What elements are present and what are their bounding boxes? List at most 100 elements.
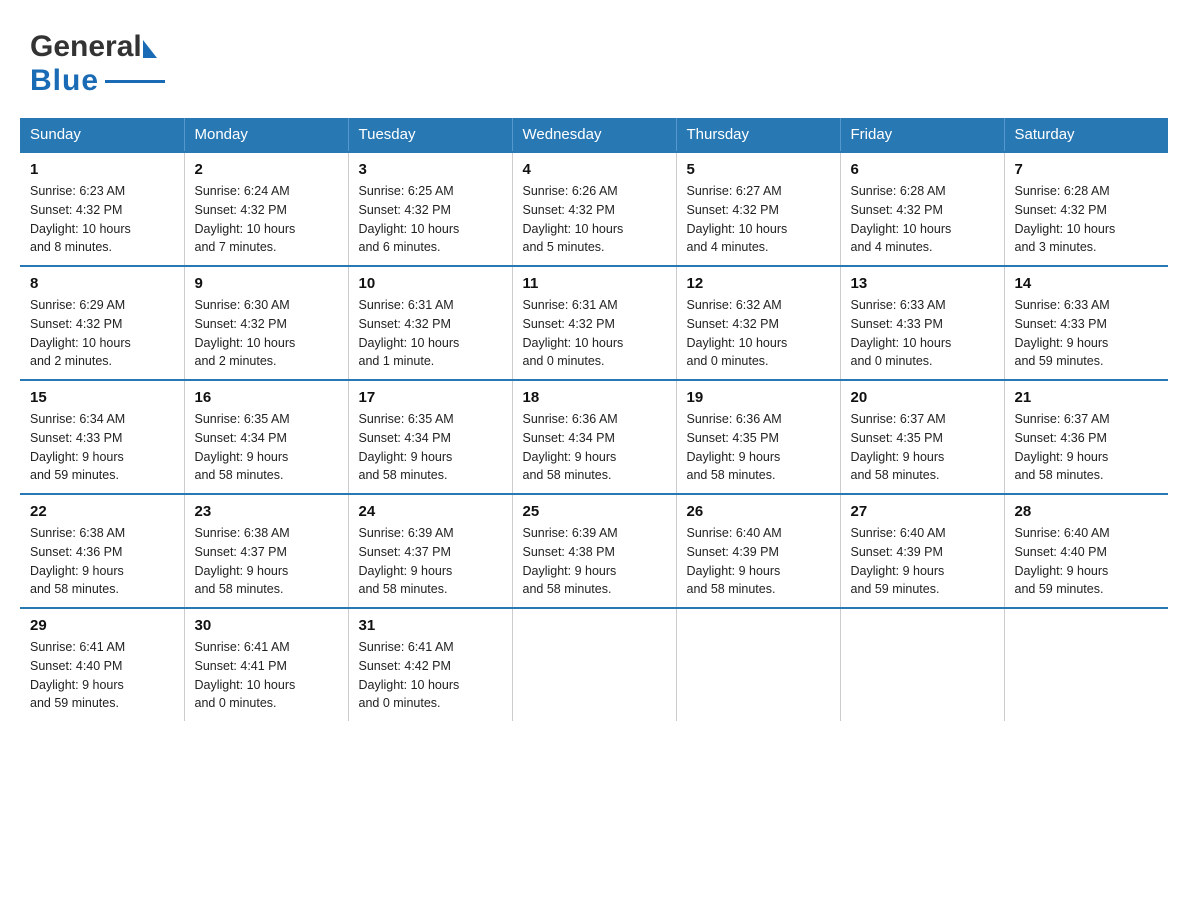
calendar-cell: 31 Sunrise: 6:41 AMSunset: 4:42 PMDaylig…	[348, 608, 512, 721]
calendar-header-row: SundayMondayTuesdayWednesdayThursdayFrid…	[20, 118, 1168, 152]
day-info: Sunrise: 6:31 AMSunset: 4:32 PMDaylight:…	[523, 298, 624, 368]
day-number: 25	[523, 503, 666, 520]
day-info: Sunrise: 6:31 AMSunset: 4:32 PMDaylight:…	[359, 298, 460, 368]
day-number: 21	[1015, 389, 1159, 406]
day-info: Sunrise: 6:35 AMSunset: 4:34 PMDaylight:…	[195, 412, 290, 482]
day-number: 31	[359, 617, 502, 634]
day-info: Sunrise: 6:38 AMSunset: 4:37 PMDaylight:…	[195, 526, 290, 596]
calendar-cell: 3 Sunrise: 6:25 AMSunset: 4:32 PMDayligh…	[348, 152, 512, 266]
calendar-cell: 23 Sunrise: 6:38 AMSunset: 4:37 PMDaylig…	[184, 494, 348, 608]
calendar-cell	[1004, 608, 1168, 721]
day-number: 27	[851, 503, 994, 520]
day-number: 10	[359, 275, 502, 292]
calendar-cell: 17 Sunrise: 6:35 AMSunset: 4:34 PMDaylig…	[348, 380, 512, 494]
day-info: Sunrise: 6:40 AMSunset: 4:39 PMDaylight:…	[687, 526, 782, 596]
day-info: Sunrise: 6:40 AMSunset: 4:39 PMDaylight:…	[851, 526, 946, 596]
day-info: Sunrise: 6:41 AMSunset: 4:41 PMDaylight:…	[195, 640, 296, 710]
day-info: Sunrise: 6:23 AMSunset: 4:32 PMDaylight:…	[30, 184, 131, 254]
day-info: Sunrise: 6:41 AMSunset: 4:42 PMDaylight:…	[359, 640, 460, 710]
column-header-sunday: Sunday	[20, 118, 184, 152]
calendar-cell: 12 Sunrise: 6:32 AMSunset: 4:32 PMDaylig…	[676, 266, 840, 380]
day-info: Sunrise: 6:39 AMSunset: 4:37 PMDaylight:…	[359, 526, 454, 596]
calendar-cell: 25 Sunrise: 6:39 AMSunset: 4:38 PMDaylig…	[512, 494, 676, 608]
day-info: Sunrise: 6:28 AMSunset: 4:32 PMDaylight:…	[851, 184, 952, 254]
column-header-saturday: Saturday	[1004, 118, 1168, 152]
calendar-cell: 15 Sunrise: 6:34 AMSunset: 4:33 PMDaylig…	[20, 380, 184, 494]
day-info: Sunrise: 6:28 AMSunset: 4:32 PMDaylight:…	[1015, 184, 1116, 254]
logo: General Blue	[30, 30, 165, 98]
day-number: 18	[523, 389, 666, 406]
day-info: Sunrise: 6:40 AMSunset: 4:40 PMDaylight:…	[1015, 526, 1110, 596]
day-number: 16	[195, 389, 338, 406]
calendar-cell: 13 Sunrise: 6:33 AMSunset: 4:33 PMDaylig…	[840, 266, 1004, 380]
day-number: 17	[359, 389, 502, 406]
day-number: 19	[687, 389, 830, 406]
day-info: Sunrise: 6:25 AMSunset: 4:32 PMDaylight:…	[359, 184, 460, 254]
calendar-cell: 19 Sunrise: 6:36 AMSunset: 4:35 PMDaylig…	[676, 380, 840, 494]
calendar-cell: 24 Sunrise: 6:39 AMSunset: 4:37 PMDaylig…	[348, 494, 512, 608]
day-number: 11	[523, 275, 666, 292]
calendar-cell: 2 Sunrise: 6:24 AMSunset: 4:32 PMDayligh…	[184, 152, 348, 266]
calendar-cell	[676, 608, 840, 721]
day-info: Sunrise: 6:36 AMSunset: 4:35 PMDaylight:…	[687, 412, 782, 482]
day-info: Sunrise: 6:37 AMSunset: 4:36 PMDaylight:…	[1015, 412, 1110, 482]
calendar-cell: 6 Sunrise: 6:28 AMSunset: 4:32 PMDayligh…	[840, 152, 1004, 266]
calendar-cell: 22 Sunrise: 6:38 AMSunset: 4:36 PMDaylig…	[20, 494, 184, 608]
day-number: 13	[851, 275, 994, 292]
calendar-cell: 27 Sunrise: 6:40 AMSunset: 4:39 PMDaylig…	[840, 494, 1004, 608]
calendar-week-row: 29 Sunrise: 6:41 AMSunset: 4:40 PMDaylig…	[20, 608, 1168, 721]
day-number: 8	[30, 275, 174, 292]
column-header-thursday: Thursday	[676, 118, 840, 152]
calendar-cell: 10 Sunrise: 6:31 AMSunset: 4:32 PMDaylig…	[348, 266, 512, 380]
day-info: Sunrise: 6:24 AMSunset: 4:32 PMDaylight:…	[195, 184, 296, 254]
calendar-cell: 4 Sunrise: 6:26 AMSunset: 4:32 PMDayligh…	[512, 152, 676, 266]
day-number: 3	[359, 161, 502, 178]
column-header-wednesday: Wednesday	[512, 118, 676, 152]
day-number: 20	[851, 389, 994, 406]
day-info: Sunrise: 6:29 AMSunset: 4:32 PMDaylight:…	[30, 298, 131, 368]
logo-wordmark: General	[30, 30, 157, 64]
calendar-cell: 16 Sunrise: 6:35 AMSunset: 4:34 PMDaylig…	[184, 380, 348, 494]
calendar-cell: 14 Sunrise: 6:33 AMSunset: 4:33 PMDaylig…	[1004, 266, 1168, 380]
day-info: Sunrise: 6:39 AMSunset: 4:38 PMDaylight:…	[523, 526, 618, 596]
calendar-week-row: 8 Sunrise: 6:29 AMSunset: 4:32 PMDayligh…	[20, 266, 1168, 380]
calendar-cell: 26 Sunrise: 6:40 AMSunset: 4:39 PMDaylig…	[676, 494, 840, 608]
day-info: Sunrise: 6:27 AMSunset: 4:32 PMDaylight:…	[687, 184, 788, 254]
day-info: Sunrise: 6:32 AMSunset: 4:32 PMDaylight:…	[687, 298, 788, 368]
calendar-week-row: 15 Sunrise: 6:34 AMSunset: 4:33 PMDaylig…	[20, 380, 1168, 494]
calendar-cell: 5 Sunrise: 6:27 AMSunset: 4:32 PMDayligh…	[676, 152, 840, 266]
day-info: Sunrise: 6:30 AMSunset: 4:32 PMDaylight:…	[195, 298, 296, 368]
day-number: 4	[523, 161, 666, 178]
day-number: 1	[30, 161, 174, 178]
calendar-cell: 21 Sunrise: 6:37 AMSunset: 4:36 PMDaylig…	[1004, 380, 1168, 494]
day-info: Sunrise: 6:26 AMSunset: 4:32 PMDaylight:…	[523, 184, 624, 254]
calendar-cell: 1 Sunrise: 6:23 AMSunset: 4:32 PMDayligh…	[20, 152, 184, 266]
day-info: Sunrise: 6:34 AMSunset: 4:33 PMDaylight:…	[30, 412, 125, 482]
day-info: Sunrise: 6:33 AMSunset: 4:33 PMDaylight:…	[851, 298, 952, 368]
day-number: 12	[687, 275, 830, 292]
day-number: 15	[30, 389, 174, 406]
day-info: Sunrise: 6:35 AMSunset: 4:34 PMDaylight:…	[359, 412, 454, 482]
calendar-week-row: 22 Sunrise: 6:38 AMSunset: 4:36 PMDaylig…	[20, 494, 1168, 608]
day-info: Sunrise: 6:38 AMSunset: 4:36 PMDaylight:…	[30, 526, 125, 596]
day-number: 29	[30, 617, 174, 634]
calendar-cell: 28 Sunrise: 6:40 AMSunset: 4:40 PMDaylig…	[1004, 494, 1168, 608]
calendar-cell	[840, 608, 1004, 721]
day-info: Sunrise: 6:33 AMSunset: 4:33 PMDaylight:…	[1015, 298, 1110, 368]
day-number: 6	[851, 161, 994, 178]
day-info: Sunrise: 6:41 AMSunset: 4:40 PMDaylight:…	[30, 640, 125, 710]
calendar-table: SundayMondayTuesdayWednesdayThursdayFrid…	[20, 118, 1168, 721]
column-header-monday: Monday	[184, 118, 348, 152]
day-info: Sunrise: 6:37 AMSunset: 4:35 PMDaylight:…	[851, 412, 946, 482]
day-number: 26	[687, 503, 830, 520]
column-header-friday: Friday	[840, 118, 1004, 152]
column-header-tuesday: Tuesday	[348, 118, 512, 152]
calendar-cell: 7 Sunrise: 6:28 AMSunset: 4:32 PMDayligh…	[1004, 152, 1168, 266]
day-number: 23	[195, 503, 338, 520]
logo-blue-line: Blue	[30, 64, 165, 98]
calendar-cell: 11 Sunrise: 6:31 AMSunset: 4:32 PMDaylig…	[512, 266, 676, 380]
day-number: 28	[1015, 503, 1159, 520]
calendar-cell: 9 Sunrise: 6:30 AMSunset: 4:32 PMDayligh…	[184, 266, 348, 380]
calendar-week-row: 1 Sunrise: 6:23 AMSunset: 4:32 PMDayligh…	[20, 152, 1168, 266]
calendar-cell: 18 Sunrise: 6:36 AMSunset: 4:34 PMDaylig…	[512, 380, 676, 494]
